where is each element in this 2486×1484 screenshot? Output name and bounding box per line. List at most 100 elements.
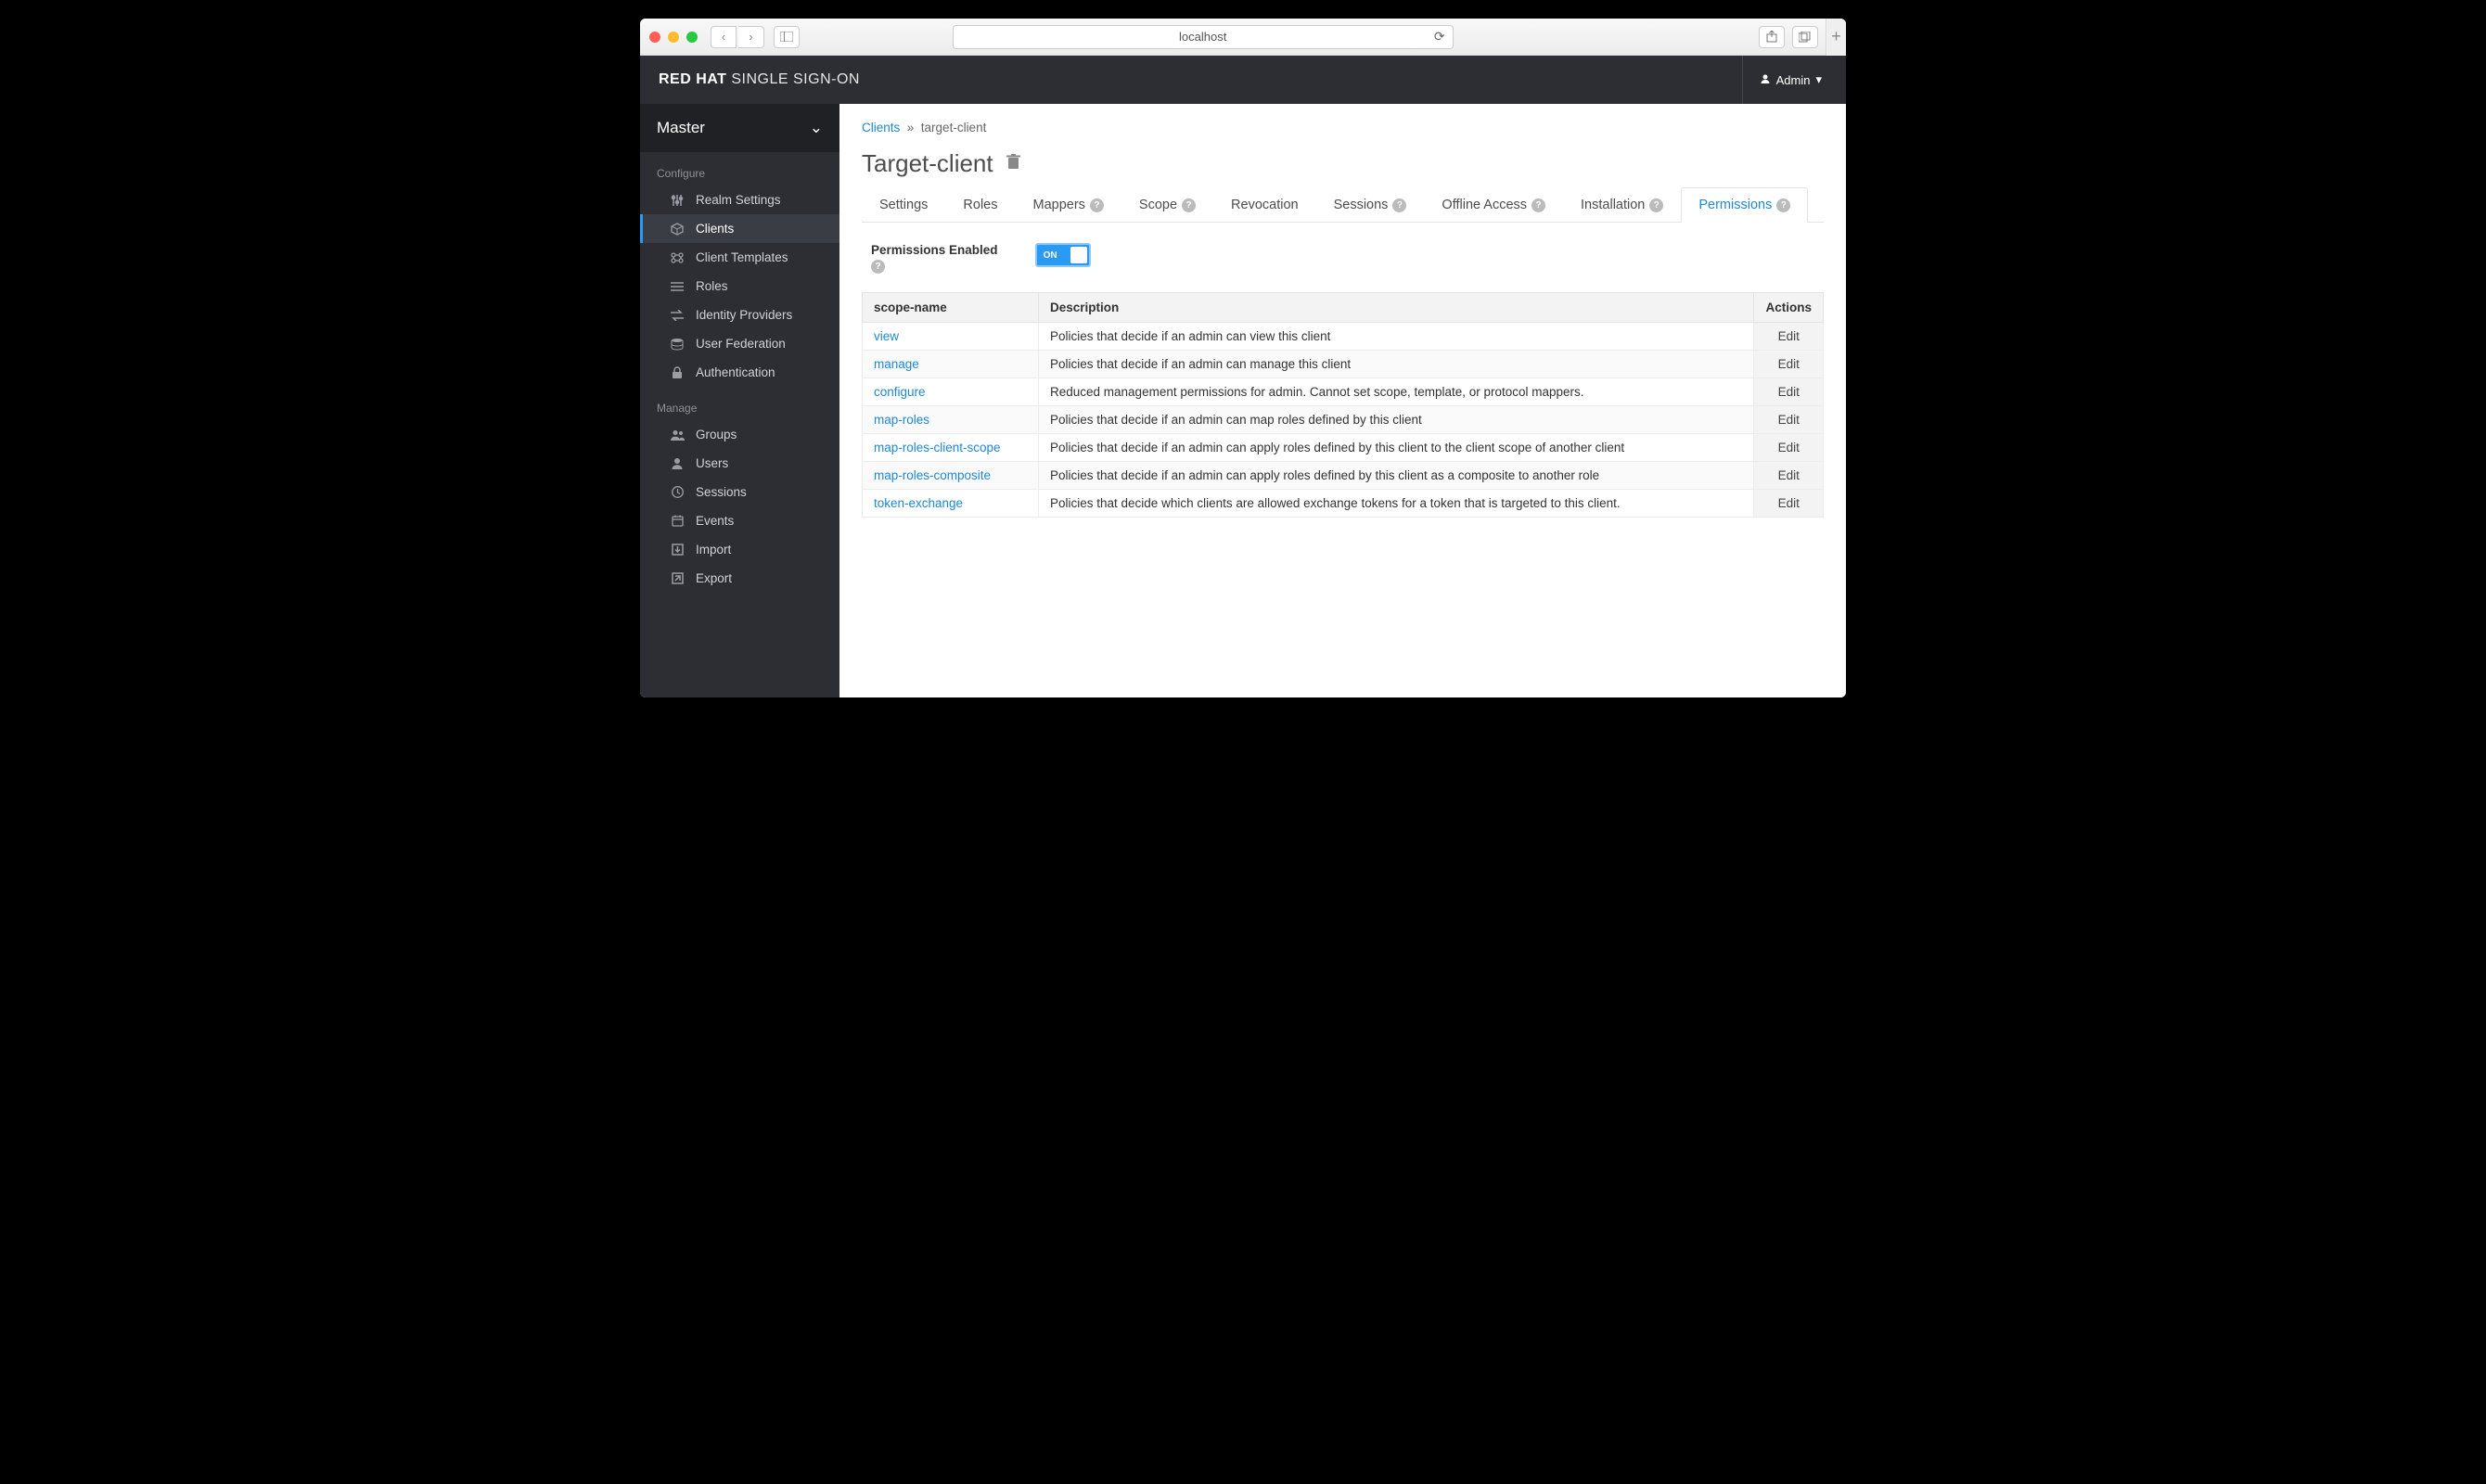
tab-label: Mappers [1032,198,1084,212]
sliders-icon [670,194,685,207]
description-cell: Policies that decide if an admin can man… [1039,351,1754,378]
user-menu[interactable]: Admin ▾ [1742,56,1827,104]
tab-settings[interactable]: Settings [862,187,945,222]
brand-bold: RED HAT [659,71,726,87]
tab-label: Sessions [1334,198,1389,212]
forward-button[interactable]: › [738,26,764,48]
scope-link[interactable]: view [874,329,899,343]
edit-action[interactable]: Edit [1754,406,1824,434]
th-actions: Actions [1754,293,1824,323]
help-icon[interactable]: ? [1090,198,1104,212]
edit-action[interactable]: Edit [1754,378,1824,406]
sidebar-item-users[interactable]: Users [640,449,839,478]
user-icon [670,457,685,469]
lock-icon [670,366,685,379]
sidebar-item-label: Users [696,456,728,470]
close-window-icon[interactable] [649,32,660,43]
new-tab-button[interactable]: + [1826,19,1846,56]
help-icon[interactable]: ? [1182,198,1196,212]
tab-label: Scope [1139,198,1177,212]
help-icon[interactable]: ? [1649,198,1663,212]
table-row: token-exchange Policies that decide which… [863,490,1824,518]
sidebar-item-events[interactable]: Events [640,506,839,535]
sidebar-item-export[interactable]: Export [640,564,839,593]
tab-sessions[interactable]: Sessions? [1316,187,1425,222]
tab-permissions[interactable]: Permissions? [1681,187,1808,223]
sidebar-item-sessions[interactable]: Sessions [640,478,839,506]
sidebar-item-label: Client Templates [696,250,788,264]
tab-installation[interactable]: Installation? [1563,187,1681,222]
page-title-text: Target-client [862,149,993,178]
breadcrumb: Clients » target-client [862,121,1824,134]
help-icon[interactable]: ? [1531,198,1545,212]
calendar-icon [670,515,685,527]
sidebar: Master ⌄ Configure Realm SettingsClients… [640,104,839,697]
realm-selector[interactable]: Master ⌄ [640,104,839,152]
description-cell: Policies that decide which clients are a… [1039,490,1754,518]
tab-offline-access[interactable]: Offline Access? [1424,187,1563,222]
toggle-text: ON [1044,250,1057,261]
page-title: Target-client [862,149,1824,178]
edit-action[interactable]: Edit [1754,490,1824,518]
scope-link[interactable]: manage [874,357,919,371]
scope-link[interactable]: map-roles-client-scope [874,441,1001,454]
nav-buttons: ‹ › [711,26,764,48]
user-name: Admin [1776,73,1811,87]
sidebar-item-client-templates[interactable]: Client Templates [640,243,839,272]
scope-link[interactable]: map-roles [874,413,929,427]
back-button[interactable]: ‹ [711,26,737,48]
scope-link[interactable]: map-roles-composite [874,468,991,482]
sidebar-item-authentication[interactable]: Authentication [640,358,839,387]
sidebar-item-label: Import [696,543,731,556]
breadcrumb-root[interactable]: Clients [862,121,900,134]
edit-action[interactable]: Edit [1754,434,1824,462]
tabs: SettingsRolesMappers?Scope?RevocationSes… [862,187,1824,223]
scope-cell: map-roles-client-scope [863,434,1039,462]
address-bar[interactable]: localhost ⟳ [953,25,1454,49]
export-icon [670,572,685,584]
table-row: map-roles-client-scopePolicies that deci… [863,434,1824,462]
sidebar-item-clients[interactable]: Clients [640,214,839,243]
help-icon[interactable]: ? [871,260,885,274]
reload-icon[interactable]: ⟳ [1434,29,1445,45]
trash-icon[interactable] [1006,154,1020,174]
tab-label: Offline Access [1442,198,1527,212]
tab-revocation[interactable]: Revocation [1213,187,1316,222]
tab-scope[interactable]: Scope? [1121,187,1213,222]
sidebar-item-label: Sessions [696,485,747,499]
sidebar-item-roles[interactable]: Roles [640,272,839,301]
tab-roles[interactable]: Roles [945,187,1015,222]
scope-link[interactable]: token-exchange [874,496,963,510]
window-controls [649,32,698,43]
tab-label: Roles [963,198,997,212]
sidebar-toggle-button[interactable] [774,26,800,48]
realm-name: Master [657,119,705,137]
clock-icon [670,486,685,498]
sidebar-item-identity-providers[interactable]: Identity Providers [640,301,839,329]
edit-action[interactable]: Edit [1754,462,1824,490]
scope-cell: configure [863,378,1039,406]
sidebar-section-configure: Configure [640,152,839,186]
tabs-button[interactable] [1792,26,1818,48]
browser-right-tools [1759,26,1818,48]
permissions-toggle[interactable]: ON [1035,243,1091,267]
scope-link[interactable]: configure [874,385,926,399]
edit-action[interactable]: Edit [1754,323,1824,351]
minimize-window-icon[interactable] [668,32,679,43]
sidebar-item-import[interactable]: Import [640,535,839,564]
maximize-window-icon[interactable] [686,32,698,43]
app-window: ‹ › localhost ⟳ + RED HAT SINGLE SIGN-ON [640,19,1846,697]
sidebar-item-groups[interactable]: Groups [640,420,839,449]
table-row: configureReduced management permissions … [863,378,1824,406]
edit-action[interactable]: Edit [1754,351,1824,378]
import-icon [670,544,685,556]
help-icon[interactable]: ? [1776,198,1790,212]
th-scope: scope-name [863,293,1039,323]
share-button[interactable] [1759,26,1785,48]
sidebar-item-user-federation[interactable]: User Federation [640,329,839,358]
sidebar-item-realm-settings[interactable]: Realm Settings [640,186,839,214]
tab-mappers[interactable]: Mappers? [1015,187,1121,222]
sidebar-item-label: Authentication [696,365,775,379]
chevron-down-icon: ▾ [1815,72,1822,87]
help-icon[interactable]: ? [1392,198,1406,212]
